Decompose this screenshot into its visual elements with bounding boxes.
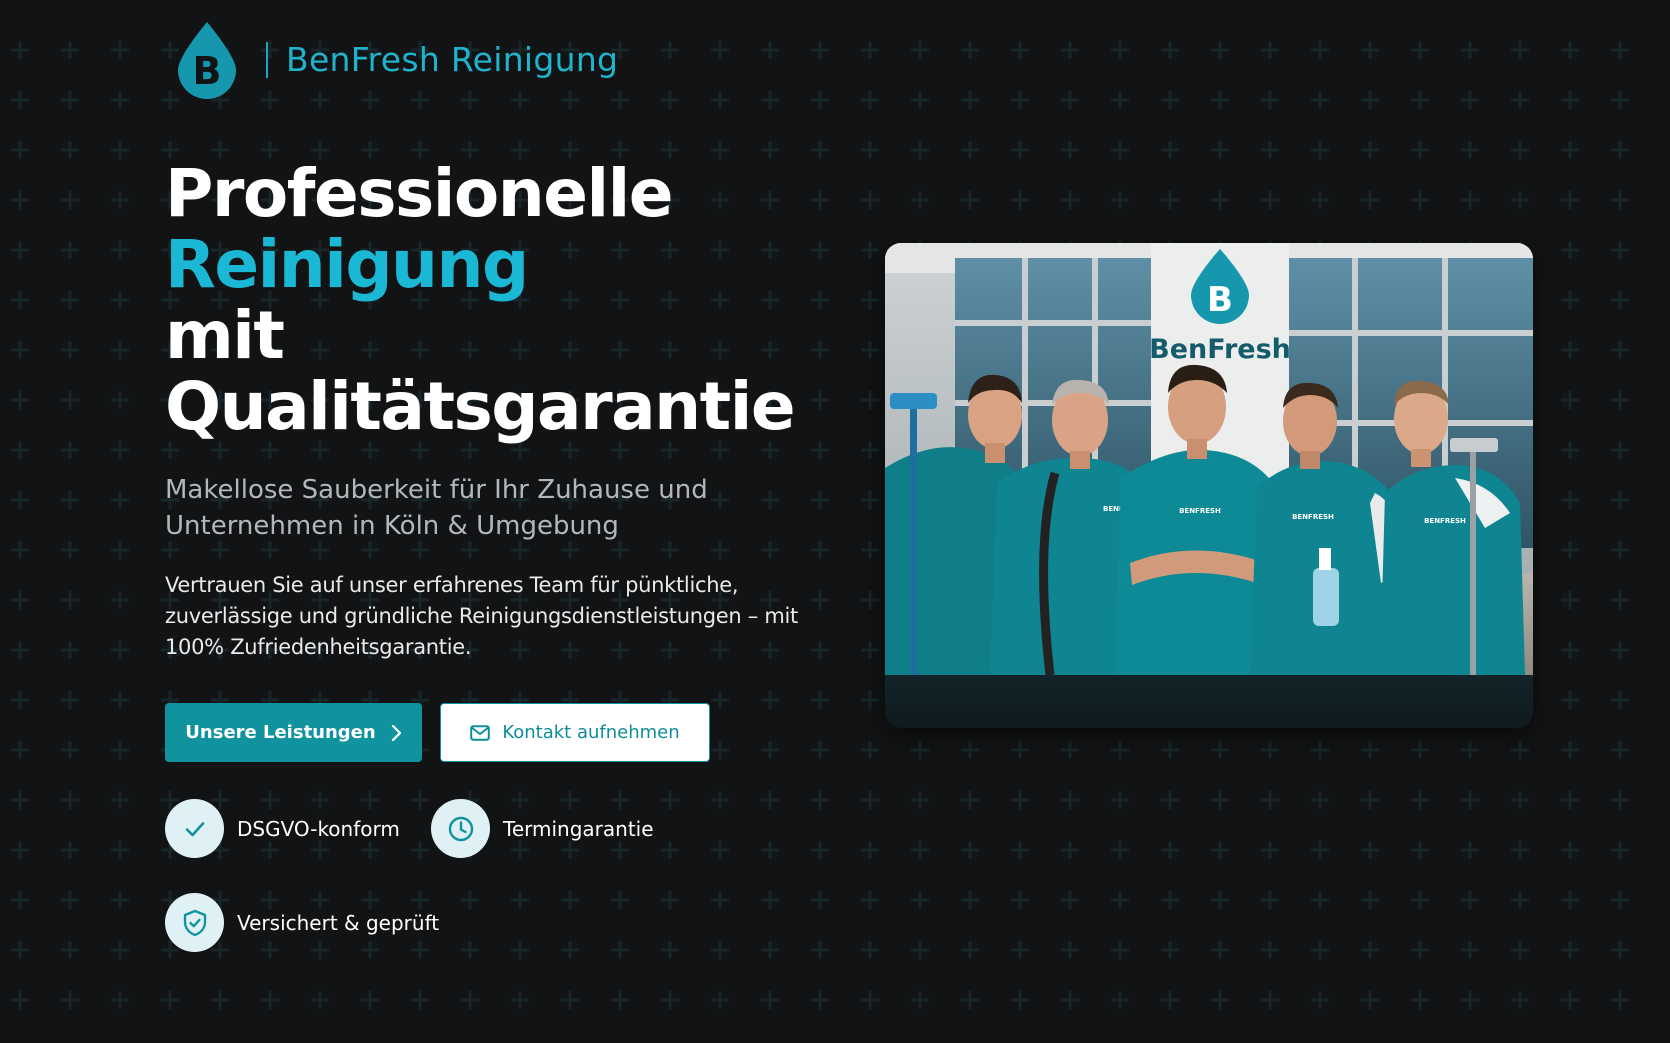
feature-icon-circle: [165, 799, 224, 858]
check-icon: [185, 821, 204, 836]
hero-body-text: Vertrauen Sie auf unser erfahrenes Team …: [165, 573, 798, 659]
feature-icon-circle: [431, 799, 490, 858]
feature-termingarantie: Termingarantie: [431, 799, 654, 858]
team-photo: B BenFresh BENFRESH BENFRESH BENFRESH: [885, 243, 1533, 675]
feature-label: Versichert & geprüft: [237, 910, 440, 935]
shirt-text: BENFRESH: [1292, 513, 1334, 521]
headline-line-1: Professionelle: [165, 155, 674, 232]
feature-label: Termingarantie: [503, 816, 654, 841]
photo-card-footer: [885, 675, 1533, 728]
photo-sign-text: BenFresh: [1149, 334, 1291, 365]
team-photo-card: B BenFresh BENFRESH BENFRESH BENFRESH: [885, 243, 1533, 728]
feature-label: DSGVO-konform: [237, 816, 400, 841]
headline-line-2: Reinigung: [165, 226, 529, 303]
headline-line-4: Qualitätsgarantie: [165, 368, 796, 445]
services-button-label: Unsere Leistungen: [185, 722, 376, 743]
logo-drop-icon: B: [178, 22, 236, 99]
shield-check-icon: [183, 909, 206, 936]
headline-line-3: mit: [165, 297, 285, 374]
feature-versichert: Versichert & geprüft: [165, 893, 439, 952]
brand-logo[interactable]: B BenFresh Reinigung: [176, 20, 618, 99]
shirt-text: BENFRESH: [1179, 507, 1221, 515]
logo-letter: B: [193, 49, 222, 93]
shirt-text: BENFRESH: [1424, 517, 1466, 525]
mail-icon: [470, 724, 491, 741]
chevron-right-icon: [391, 724, 401, 741]
contact-button[interactable]: Kontakt aufnehmen: [440, 703, 710, 762]
photo-sign-letter: B: [1207, 280, 1233, 320]
hero-subtitle: Makellose Sauberkeit für Ihr Zuhause und…: [165, 475, 708, 541]
page: B BenFresh Reinigung Professionelle Rein…: [0, 0, 1670, 1043]
feature-icon-circle: [165, 893, 224, 952]
hero-headline: Professionelle Reinigung mit Qualitätsga…: [165, 155, 796, 445]
contact-button-label: Kontakt aufnehmen: [502, 722, 680, 743]
logo-divider: [266, 41, 268, 78]
clock-icon: [448, 816, 473, 841]
services-button[interactable]: Unsere Leistungen: [165, 703, 422, 762]
brand-name: BenFresh Reinigung: [286, 40, 619, 79]
feature-dsgvo: DSGVO-konform: [165, 799, 400, 858]
